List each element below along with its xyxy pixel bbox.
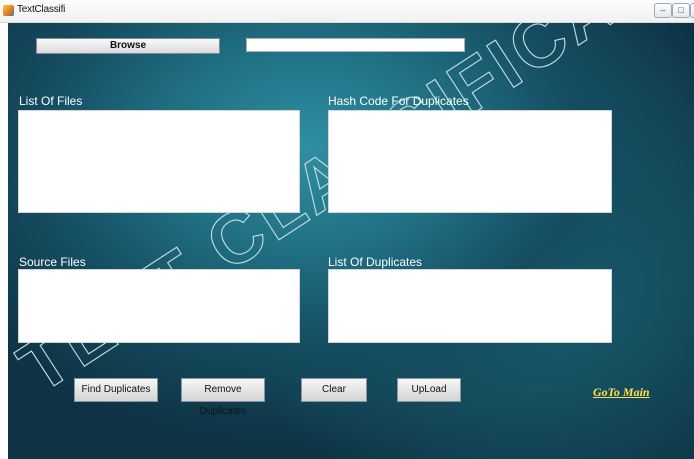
source-files-label: Source Files — [19, 255, 86, 269]
browse-button[interactable]: Browse — [36, 38, 220, 54]
clear-button[interactable]: Clear — [301, 378, 367, 402]
remove-duplicates-button[interactable]: Remove Duplicates — [181, 378, 265, 417]
find-duplicates-button[interactable]: Find Duplicates — [74, 378, 158, 402]
watermark-text: TEXT CLASSIFICATION — [8, 23, 694, 408]
goto-main-link[interactable]: GoTo Main — [593, 385, 650, 400]
list-of-duplicates-label: List Of Duplicates — [328, 255, 423, 269]
maximize-button[interactable]: □ — [672, 3, 690, 18]
upload-button[interactable]: UpLoad — [397, 378, 461, 402]
window-title: TextClassifi — [17, 4, 66, 15]
close-button[interactable] — [690, 3, 694, 18]
source-files-box[interactable] — [18, 269, 300, 343]
hash-codes-box[interactable] — [328, 110, 612, 213]
list-of-files-box[interactable] — [18, 110, 300, 213]
file-path-input[interactable] — [246, 38, 465, 52]
list-of-files-label: List Of Files — [19, 94, 83, 108]
minimize-button[interactable]: – — [654, 3, 672, 18]
list-of-duplicates-box[interactable] — [328, 269, 612, 343]
main-window: TEXT CLASSIFICATION Browse List Of Files… — [8, 23, 694, 459]
app-icon — [3, 5, 14, 16]
title-bar: TextClassifi – □ — [0, 0, 694, 23]
hash-codes-label: Hash Code For Duplicates — [328, 94, 469, 108]
